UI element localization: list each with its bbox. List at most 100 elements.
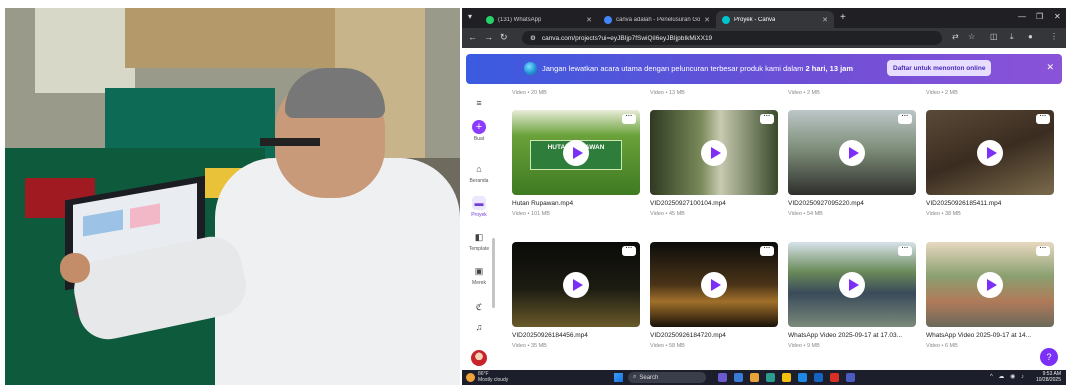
- close-tab-icon[interactable]: ✕: [822, 16, 828, 24]
- site-info-icon[interactable]: ⚙: [530, 34, 536, 42]
- taskbar-app-icon[interactable]: [830, 373, 839, 382]
- menu-icon[interactable]: ⋮: [1050, 32, 1058, 41]
- project-card[interactable]: ··· VID20250927095220.mp4 Video • 54 MB: [788, 110, 916, 222]
- sidebar-item-buat[interactable]: + Buat: [462, 120, 496, 142]
- sidebar-item-beranda[interactable]: ⌂ Beranda: [462, 162, 496, 184]
- extensions-icon[interactable]: ◫: [990, 32, 998, 41]
- forward-icon[interactable]: →: [484, 32, 493, 42]
- project-card[interactable]: ··· WhatsApp Video 2025-09-17 at 14... V…: [926, 242, 1054, 354]
- project-card[interactable]: ··· VID20250927100104.mp4 Video • 45 MB: [650, 110, 778, 222]
- windows-start-icon[interactable]: [614, 373, 623, 382]
- restore-icon[interactable]: ❐: [1036, 12, 1043, 21]
- more-options-icon[interactable]: ···: [898, 245, 912, 256]
- reload-icon[interactable]: ↻: [500, 32, 508, 43]
- project-card[interactable]: ··· VID20250926185411.mp4 Video • 38 MB: [926, 110, 1054, 222]
- video-thumbnail[interactable]: ···: [650, 242, 778, 327]
- more-options-icon[interactable]: ···: [1036, 245, 1050, 256]
- sidebar-scrollbar[interactable]: [492, 238, 495, 308]
- card-title[interactable]: WhatsApp Video 2025-09-17 at 14...: [926, 332, 1054, 339]
- edge-icon[interactable]: [798, 373, 807, 382]
- promo-banner: Jangan lewatkan acara utama dengan pelun…: [466, 54, 1062, 84]
- bookmark-star-icon[interactable]: ☆: [968, 32, 975, 41]
- chrome-icon[interactable]: [766, 373, 775, 382]
- new-tab-icon[interactable]: +: [840, 12, 846, 23]
- taskbar-app-icon[interactable]: [782, 373, 791, 382]
- play-icon[interactable]: [701, 272, 727, 298]
- translate-icon[interactable]: ⇄: [952, 32, 959, 41]
- video-thumbnail[interactable]: HUTAN RUPAWAN ···: [512, 110, 640, 195]
- card-title[interactable]: VID20250927095220.mp4: [788, 200, 916, 207]
- card-title[interactable]: VID20250926185411.mp4: [926, 200, 1054, 207]
- sidebar-item-merek[interactable]: ▣ Merek: [462, 264, 496, 287]
- more-options-icon[interactable]: ···: [1036, 113, 1050, 124]
- video-thumbnail[interactable]: ···: [788, 110, 916, 195]
- url-field[interactable]: ⚙ canva.com/projects?ui=eyJBIjp7fSwiQiI6…: [522, 31, 942, 45]
- project-card[interactable]: HUTAN RUPAWAN ··· Hutan Rupawan.mp4 Vide…: [512, 110, 640, 222]
- avatar[interactable]: [471, 350, 487, 366]
- play-icon[interactable]: [977, 272, 1003, 298]
- play-icon[interactable]: [563, 140, 589, 166]
- play-icon[interactable]: [977, 140, 1003, 166]
- sidebar-item-notifications[interactable]: ♫: [462, 320, 496, 334]
- play-icon[interactable]: [839, 140, 865, 166]
- more-options-icon[interactable]: ···: [760, 113, 774, 124]
- video-thumbnail[interactable]: ···: [512, 242, 640, 327]
- play-icon[interactable]: [563, 272, 589, 298]
- card-title[interactable]: VID20250926184720.mp4: [650, 332, 778, 339]
- close-window-icon[interactable]: ✕: [1054, 12, 1061, 21]
- taskbar-app-icon[interactable]: [718, 373, 727, 382]
- video-thumbnail[interactable]: ···: [788, 242, 916, 327]
- play-icon[interactable]: [701, 140, 727, 166]
- taskbar-search[interactable]: ⌕ Search: [628, 372, 706, 383]
- plus-icon: +: [472, 120, 486, 134]
- project-card[interactable]: ··· WhatsApp Video 2025-09-17 at 17.03..…: [788, 242, 916, 354]
- card-title[interactable]: WhatsApp Video 2025-09-17 at 17.03...: [788, 332, 916, 339]
- project-card[interactable]: ··· VID20250926184456.mp4 Video • 35 MB: [512, 242, 640, 354]
- sidebar-item-apps[interactable]: ℭ: [462, 300, 496, 314]
- profile-icon[interactable]: ●: [1028, 32, 1033, 41]
- word-icon[interactable]: [814, 373, 823, 382]
- video-thumbnail[interactable]: ···: [650, 110, 778, 195]
- taskbar-app-icon[interactable]: [846, 373, 855, 382]
- tab-label: (131) WhatsApp: [498, 16, 542, 23]
- file-explorer-icon[interactable]: [750, 373, 759, 382]
- tab-google[interactable]: canva adalah - Penelusuran Go ✕: [598, 11, 716, 28]
- close-banner-icon[interactable]: ✕: [1046, 62, 1054, 73]
- tab-canva[interactable]: Proyek - Canva ✕: [716, 11, 834, 28]
- video-meta: Video • 2 MB: [926, 90, 958, 96]
- play-icon[interactable]: [839, 272, 865, 298]
- more-options-icon[interactable]: ···: [760, 245, 774, 256]
- video-thumbnail[interactable]: ···: [926, 110, 1054, 195]
- card-title[interactable]: VID20250927100104.mp4: [650, 200, 778, 207]
- sidebar-item-proyek[interactable]: ▬ Proyek: [462, 196, 496, 218]
- close-tab-icon[interactable]: ✕: [704, 16, 710, 24]
- menu-toggle[interactable]: ≡: [462, 96, 496, 110]
- more-options-icon[interactable]: ···: [622, 245, 636, 256]
- system-tray[interactable]: ^ ☁ ◉ ♪: [990, 373, 1026, 380]
- back-icon[interactable]: ←: [468, 32, 477, 42]
- weather-widget[interactable]: 86°F Mostly cloudy: [478, 371, 508, 383]
- more-options-icon[interactable]: ···: [898, 113, 912, 124]
- close-tab-icon[interactable]: ✕: [586, 16, 592, 24]
- globe-icon: [524, 62, 537, 75]
- video-meta: Video • 20 MB: [512, 90, 547, 96]
- taskbar-app-icon[interactable]: [734, 373, 743, 382]
- taskbar-clock[interactable]: 9:53 AM 10/28/2025: [1036, 371, 1061, 383]
- register-watch-button[interactable]: Daftar untuk menonton online: [887, 60, 992, 76]
- card-meta: Video • 6 MB: [926, 343, 958, 349]
- tab-list-icon[interactable]: ▾: [468, 12, 472, 21]
- windows-taskbar: 86°F Mostly cloudy ⌕ Search ^ ☁ ◉ ♪ 9:53…: [462, 370, 1066, 385]
- weather-icon[interactable]: [466, 373, 475, 382]
- download-icon[interactable]: ⤓: [1010, 32, 1014, 42]
- more-options-icon[interactable]: ···: [622, 113, 636, 124]
- project-card[interactable]: ··· VID20250926184720.mp4 Video • 58 MB: [650, 242, 778, 354]
- help-button[interactable]: ?: [1040, 348, 1058, 366]
- card-title[interactable]: VID20250926184456.mp4: [512, 332, 640, 339]
- video-thumbnail[interactable]: ···: [926, 242, 1054, 327]
- google-icon: [604, 15, 612, 24]
- tab-whatsapp[interactable]: (131) WhatsApp ✕: [480, 11, 598, 28]
- minimize-icon[interactable]: —: [1018, 12, 1026, 21]
- sidebar-item-template[interactable]: ◧ Template: [462, 230, 496, 253]
- card-meta: Video • 54 MB: [788, 211, 823, 217]
- card-title[interactable]: Hutan Rupawan.mp4: [512, 200, 640, 207]
